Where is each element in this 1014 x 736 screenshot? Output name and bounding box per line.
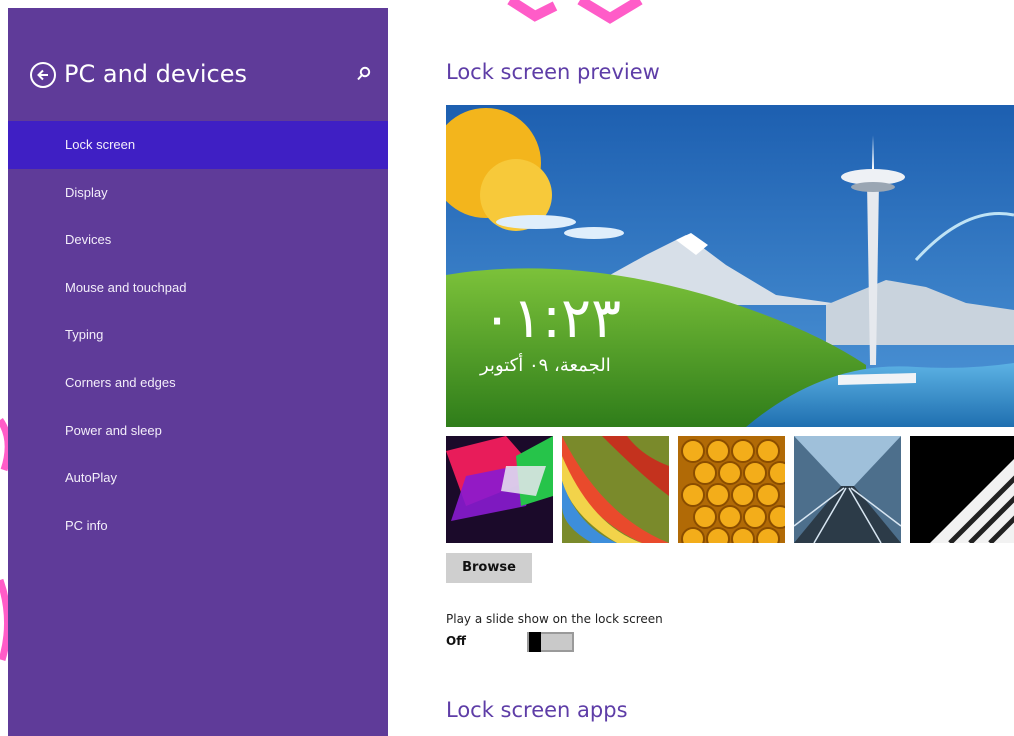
slideshow-toggle-state: Off <box>446 634 466 648</box>
thumbnail-4[interactable] <box>794 436 901 543</box>
thumbnail-2[interactable] <box>562 436 669 543</box>
thumbnail-3-image <box>678 436 785 543</box>
lock-screen-apps-heading: Lock screen apps <box>446 698 628 722</box>
sidebar-item-lock-screen[interactable]: Lock screen <box>8 121 388 169</box>
lock-screen-preview-heading: Lock screen preview <box>446 60 660 84</box>
lock-screen-landscape-image <box>446 105 1014 427</box>
thumbnail-4-image <box>794 436 901 543</box>
thumbnail-5-image <box>910 436 1014 543</box>
page-title: PC and devices <box>64 60 247 88</box>
sidebar-header: PC and devices <box>8 54 388 104</box>
sidebar-item-corners-and-edges[interactable]: Corners and edges <box>8 359 388 407</box>
lock-screen-thumbnails <box>446 436 1014 544</box>
search-icon[interactable] <box>354 64 374 84</box>
thumbnail-2-image <box>562 436 669 543</box>
sidebar: PC and devices Lock screen Display Devic… <box>8 8 388 736</box>
sidebar-item-display[interactable]: Display <box>8 169 388 217</box>
main-content: Lock screen preview ٠١:٢٣ الجمعة، ٠٩ أكت… <box>446 0 1014 736</box>
sidebar-item-autoplay[interactable]: AutoPlay <box>8 454 388 502</box>
back-button[interactable] <box>30 62 56 88</box>
slideshow-toggle[interactable] <box>527 632 574 652</box>
sidebar-item-power-and-sleep[interactable]: Power and sleep <box>8 407 388 455</box>
lock-screen-date: الجمعة، ٠٩ أكتوبر <box>480 355 611 376</box>
toggle-knob <box>529 632 541 652</box>
sidebar-item-typing[interactable]: Typing <box>8 311 388 359</box>
thumbnail-3[interactable] <box>678 436 785 543</box>
back-arrow-circle-icon <box>37 69 48 81</box>
slideshow-label: Play a slide show on the lock screen <box>446 612 663 626</box>
sidebar-item-devices[interactable]: Devices <box>8 216 388 264</box>
thumbnail-1[interactable] <box>446 436 553 543</box>
sidebar-nav: Lock screen Display Devices Mouse and to… <box>8 121 388 549</box>
lock-screen-preview-image: ٠١:٢٣ الجمعة، ٠٩ أكتوبر <box>446 105 1014 427</box>
browse-button[interactable]: Browse <box>446 553 532 583</box>
lock-screen-clock: ٠١:٢٣ <box>482 286 622 351</box>
sidebar-item-pc-info[interactable]: PC info <box>8 502 388 550</box>
thumbnail-1-image <box>446 436 553 543</box>
thumbnail-5[interactable] <box>910 436 1014 543</box>
sidebar-item-mouse-and-touchpad[interactable]: Mouse and touchpad <box>8 264 388 312</box>
